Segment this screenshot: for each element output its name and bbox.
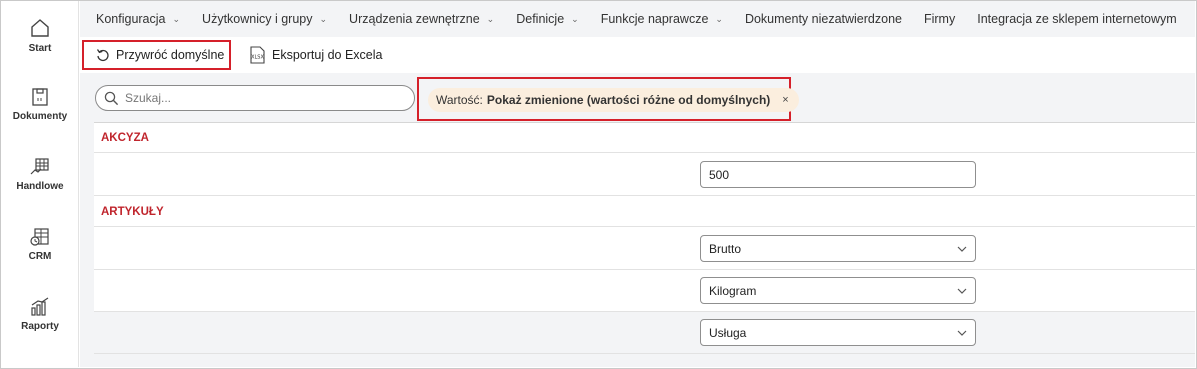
chevron-down-icon: ⌄ [172,13,181,24]
main-area: Konfiguracja ⌄ Użytkownicy i grupy ⌄ Urząd… [80,1,1195,367]
table-row: Brutto [94,228,1195,270]
table-row: Usługa [94,312,1195,354]
nav-item-funkcje-naprawcze[interactable]: Funkcje naprawcze ⌄ [601,12,723,26]
undo-icon [96,49,109,62]
close-icon[interactable]: × [782,94,788,106]
filter-chip-prefix: Wartość: [436,93,483,107]
search-placeholder: Szukaj... [125,91,172,105]
chevron-down-icon [957,246,967,252]
filter-chip-value: Pokaż zmienione (wartości różne od domyś… [486,93,771,107]
section-header: AKCYZA [94,123,1195,153]
nav-item-label: Użytkownicy i grupy [202,12,313,26]
chevron-down-icon: ⌄ [319,13,328,24]
chevron-down-icon [957,288,967,294]
search-input[interactable]: Szukaj... [95,85,415,111]
settings-table: AKCYZA 500 ARTYKUŁY Brutto Kilogram Usłu… [94,122,1195,354]
rail-item-crm[interactable]: CRM [1,227,79,262]
value-text: Usługa [709,325,747,340]
chevron-down-icon: ⌄ [715,13,723,24]
value-select[interactable]: Usługa [700,319,976,346]
nav-item-label: Firmy [923,12,956,26]
nav-item-konfiguracja[interactable]: Konfiguracja ⌄ [96,12,180,26]
rail-item-handlowe[interactable]: Handlowe [1,157,79,192]
value-text: Kilogram [709,283,757,298]
export-excel-label: Eksportuj do Excela [272,48,383,62]
nav-item-integracja[interactable]: Integracja ze sklepem internetowym [977,12,1176,26]
document-icon [32,88,48,106]
xlsx-file-icon: XLSX [250,46,265,64]
nav-item-dokumenty-niezatwierdzone[interactable]: Dokumenty niezatwierdzone [745,12,902,26]
active-filter-highlight: Wartość: Pokaż zmienione (wartości różne… [417,77,799,121]
rail-item-raporty[interactable]: Raporty [1,297,79,332]
filter-bar: Szukaj... Wartość: Pokaż zmienione (wart… [80,73,1195,121]
chevron-down-icon: ⌄ [571,13,579,24]
nav-item-uzytkownicy[interactable]: Użytkownicy i grupy ⌄ [202,12,327,26]
value-text: Brutto [709,241,742,256]
home-icon [31,19,49,37]
value-text: 500 [709,167,730,182]
rail-item-label: Raporty [21,321,59,332]
filter-chip[interactable]: Wartość: Pokaż zmienione (wartości różne… [428,88,799,112]
nav-item-firmy[interactable]: Firmy [924,12,955,26]
table-row: Kilogram [94,270,1195,312]
table-row: 500 [94,154,1195,196]
rail-item-start[interactable]: Start [1,17,79,54]
rail-item-label: Dokumenty [12,111,68,122]
value-select[interactable]: Kilogram [700,277,976,304]
nav-item-label: Integracja ze sklepem internetowym [977,12,1177,26]
nav-item-urzadzenia[interactable]: Urządzenia zewnętrzne ⌄ [349,12,494,26]
section-header: ARTYKUŁY [94,197,1195,227]
search-icon [104,91,119,105]
nav-item-label: Dokumenty niezatwierdzone [744,12,902,26]
reports-icon [31,297,49,316]
value-select[interactable]: Brutto [700,235,976,262]
value-input[interactable]: 500 [700,161,976,188]
rail-item-label: Handlowe [16,181,64,192]
nav-item-label: Definicje [516,12,565,26]
trade-icon [30,158,49,175]
svg-text:XLSX: XLSX [251,55,264,61]
nav-item-definicje[interactable]: Definicje ⌄ [516,12,578,26]
export-excel-button[interactable]: XLSX Eksportuj do Excela [248,40,382,70]
nav-item-label: Urządzenia zewnętrzne [349,12,480,26]
left-rail: Start Dokumenty Handlowe CRM Raporty [1,1,79,367]
crm-icon [30,228,49,246]
nav-item-label: Funkcje naprawcze [600,12,709,26]
restore-defaults-button[interactable]: Przywróć domyślne [82,40,231,70]
restore-defaults-label: Przywróć domyślne [116,48,225,62]
toolbar: Przywróć domyślne XLSX Eksportuj do Exce… [80,37,1195,73]
chevron-down-icon [957,330,967,336]
rail-item-label: Start [28,43,52,54]
rail-item-dokumenty[interactable]: Dokumenty [1,87,79,122]
top-navigation: Konfiguracja ⌄ Użytkownicy i grupy ⌄ Urząd… [80,1,1195,37]
chevron-down-icon: ⌄ [486,13,495,24]
rail-item-label: CRM [28,251,52,262]
nav-item-label: Konfiguracja [96,12,166,26]
